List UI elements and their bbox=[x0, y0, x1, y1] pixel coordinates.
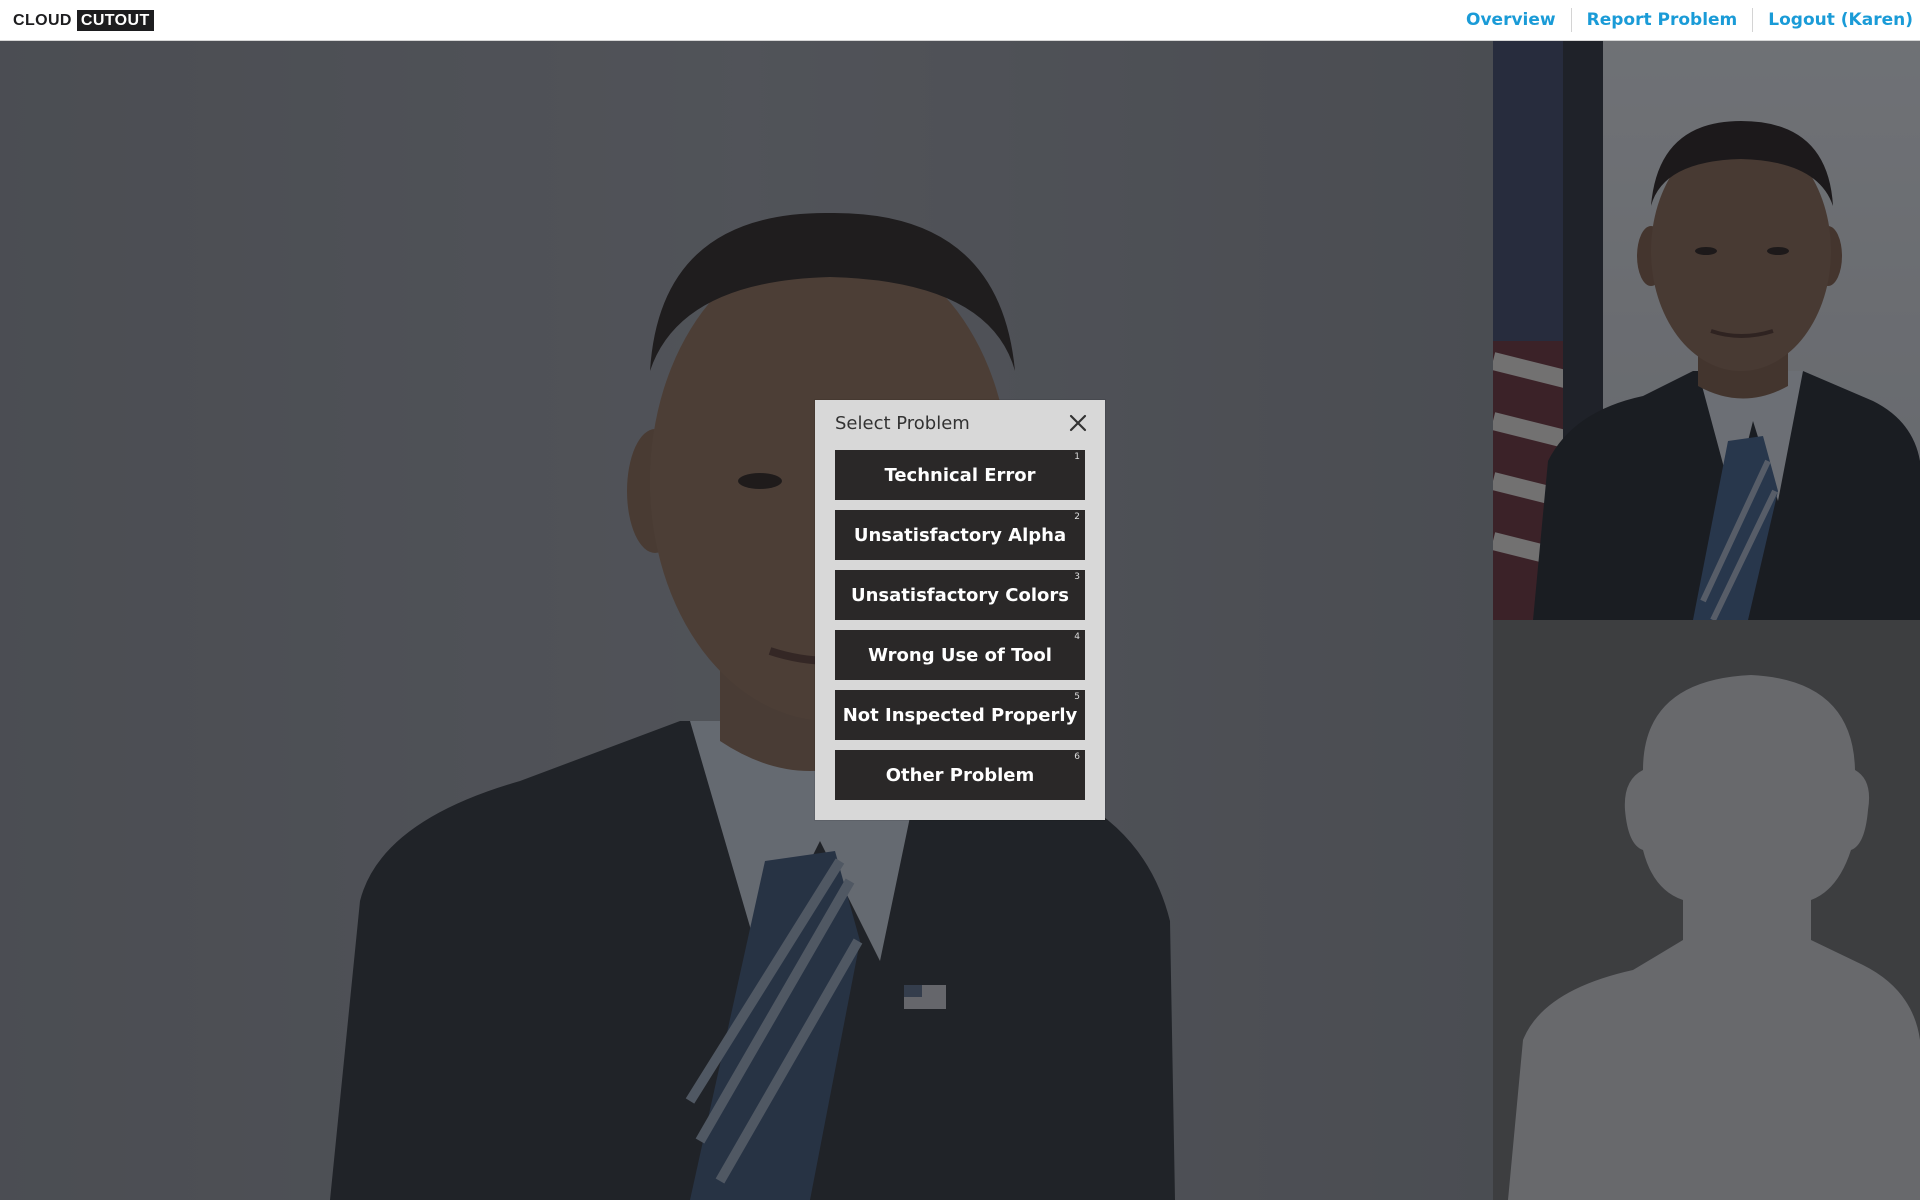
option-label: Not Inspected Properly bbox=[842, 704, 1078, 726]
shortcut-key: 1 bbox=[1074, 452, 1080, 462]
option-not-inspected-properly-button[interactable]: Not Inspected Properly 5 bbox=[835, 690, 1085, 740]
top-bar: CLOUD CUTOUT Overview Report Problem Log… bbox=[0, 0, 1920, 41]
option-label: Wrong Use of Tool bbox=[868, 644, 1052, 666]
shortcut-key: 6 bbox=[1074, 752, 1080, 762]
problem-options: Technical Error 1 Unsatisfactory Alpha 2… bbox=[835, 450, 1085, 810]
option-label: Unsatisfactory Alpha bbox=[853, 524, 1067, 546]
option-label: Other Problem bbox=[885, 764, 1035, 786]
app-logo[interactable]: CLOUD CUTOUT bbox=[13, 10, 154, 31]
shortcut-key: 4 bbox=[1074, 632, 1080, 642]
dialog-title: Select Problem bbox=[835, 413, 970, 434]
close-icon[interactable] bbox=[1067, 412, 1089, 434]
option-label: Technical Error bbox=[884, 464, 1036, 486]
option-unsatisfactory-alpha-button[interactable]: Unsatisfactory Alpha 2 bbox=[835, 510, 1085, 560]
top-nav: Overview Report Problem Logout (Karen) bbox=[1451, 0, 1920, 40]
logo-cutout-text: CUTOUT bbox=[76, 10, 154, 31]
option-other-problem-button[interactable]: Other Problem 6 bbox=[835, 750, 1085, 800]
option-label: Unsatisfactory Colors bbox=[851, 584, 1069, 606]
select-problem-dialog: Select Problem Technical Error 1 Unsatis… bbox=[815, 400, 1105, 820]
option-unsatisfactory-colors-button[interactable]: Unsatisfactory Colors 3 bbox=[835, 570, 1085, 620]
nav-report-problem-link[interactable]: Report Problem bbox=[1570, 8, 1753, 32]
shortcut-key: 3 bbox=[1074, 572, 1080, 582]
option-technical-error-button[interactable]: Technical Error 1 bbox=[835, 450, 1085, 500]
logo-cloud-text: CLOUD bbox=[13, 11, 72, 29]
shortcut-key: 2 bbox=[1074, 512, 1080, 522]
nav-overview-link[interactable]: Overview bbox=[1451, 8, 1571, 32]
option-wrong-use-of-tool-button[interactable]: Wrong Use of Tool 4 bbox=[835, 630, 1085, 680]
shortcut-key: 5 bbox=[1074, 692, 1080, 702]
nav-logout-link[interactable]: Logout (Karen) bbox=[1752, 8, 1920, 32]
